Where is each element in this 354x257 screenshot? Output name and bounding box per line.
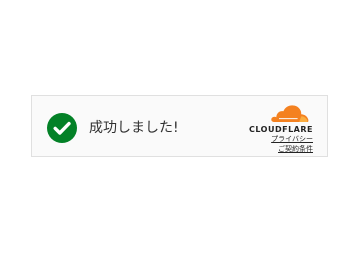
check-circle-icon (47, 113, 77, 143)
privacy-link[interactable]: プライバシー (271, 134, 313, 144)
terms-link[interactable]: ご契約条件 (271, 144, 313, 154)
success-message: 成功しました! (89, 120, 179, 136)
cloudflare-wordmark: CLOUDFLARE (249, 125, 313, 134)
cloudflare-cloud-icon (271, 105, 309, 122)
footer-links: プライバシー ご契約条件 (271, 134, 313, 154)
challenge-widget: 成功しました! CLOUDFLARE プライバシー ご契約条件 (31, 95, 328, 157)
